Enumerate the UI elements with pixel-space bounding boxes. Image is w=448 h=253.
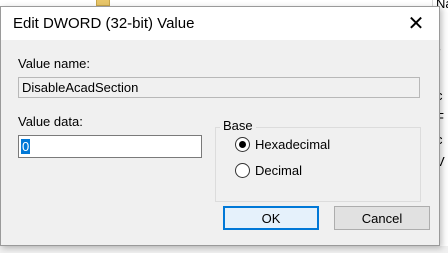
cancel-button-label: Cancel (361, 210, 403, 226)
decimal-radio-option[interactable]: Decimal (235, 163, 302, 178)
close-icon: ✕ (407, 13, 425, 35)
value-data-input[interactable]: 0 (18, 135, 202, 158)
background-bottom-strip (0, 246, 448, 253)
hexadecimal-label: Hexadecimal (255, 137, 331, 152)
decimal-radio-button[interactable] (235, 163, 250, 178)
hexadecimal-radio-button[interactable] (235, 137, 250, 152)
value-data-selected-text: 0 (21, 139, 31, 154)
value-name-label: Value name: (18, 56, 91, 71)
close-button[interactable]: ✕ (393, 7, 439, 40)
value-name-text: DisableAcadSection (22, 80, 139, 95)
dialog-title: Edit DWORD (32-bit) Value (13, 15, 195, 32)
value-name-field[interactable]: DisableAcadSection (18, 77, 420, 98)
cancel-button[interactable]: Cancel (334, 206, 430, 230)
title-bar[interactable]: Edit DWORD (32-bit) Value ✕ (1, 7, 439, 40)
edit-dword-dialog: Edit DWORD (32-bit) Value ✕ Value name: … (0, 6, 440, 246)
hexadecimal-radio-option[interactable]: Hexadecimal (235, 137, 330, 152)
ok-button-label: OK (261, 210, 281, 226)
base-group-label: Base (220, 118, 256, 133)
decimal-label: Decimal (255, 163, 302, 178)
ok-button[interactable]: OK (223, 206, 319, 230)
value-data-label: Value data: (18, 114, 83, 129)
